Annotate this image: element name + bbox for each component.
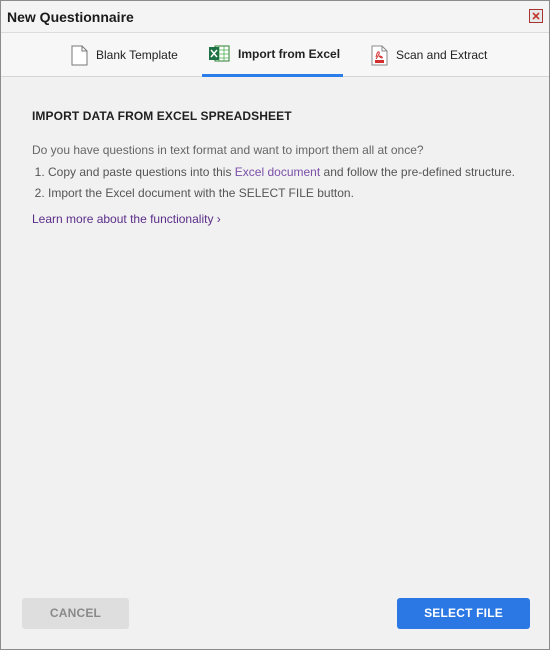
section-heading: IMPORT DATA FROM EXCEL SPREADSHEET	[32, 109, 292, 123]
tab-label: Import from Excel	[238, 46, 341, 61]
close-button[interactable]	[529, 9, 543, 23]
dialog-window: New Questionnaire Blank Template Import …	[0, 0, 550, 650]
excel-icon	[209, 45, 230, 62]
pdf-icon	[371, 45, 388, 65]
window-title: New Questionnaire	[7, 9, 134, 25]
tab-label: Scan and Extract	[396, 48, 488, 62]
step-text: and follow the pre-defined structure.	[320, 165, 515, 179]
excel-document-link[interactable]: Excel document	[235, 165, 320, 179]
steps-list: Copy and paste questions into this Excel…	[32, 166, 522, 200]
tab-bar: Blank Template Import from Excel Scan an…	[1, 32, 549, 77]
step-item: Import the Excel document with the SELEC…	[48, 187, 522, 200]
main-content: IMPORT DATA FROM EXCEL SPREADSHEET Do yo…	[32, 109, 522, 228]
title-bar: New Questionnaire	[1, 1, 549, 32]
step-text: Copy and paste questions into this	[48, 165, 235, 179]
select-file-button[interactable]: SELECT FILE	[397, 598, 530, 629]
step-item: Copy and paste questions into this Excel…	[48, 166, 522, 179]
tab-label: Blank Template	[96, 48, 178, 62]
tab-scan-and-extract[interactable]: Scan and Extract	[371, 33, 487, 77]
cancel-button[interactable]: CANCEL	[22, 598, 129, 629]
close-icon	[532, 12, 540, 20]
tab-blank-template[interactable]: Blank Template	[71, 33, 178, 77]
tab-import-from-excel[interactable]: Import from Excel	[202, 33, 343, 77]
intro-text: Do you have questions in text format and…	[32, 143, 424, 157]
learn-more-link[interactable]: Learn more about the functionality ›	[32, 212, 221, 226]
blank-document-icon	[71, 45, 88, 65]
